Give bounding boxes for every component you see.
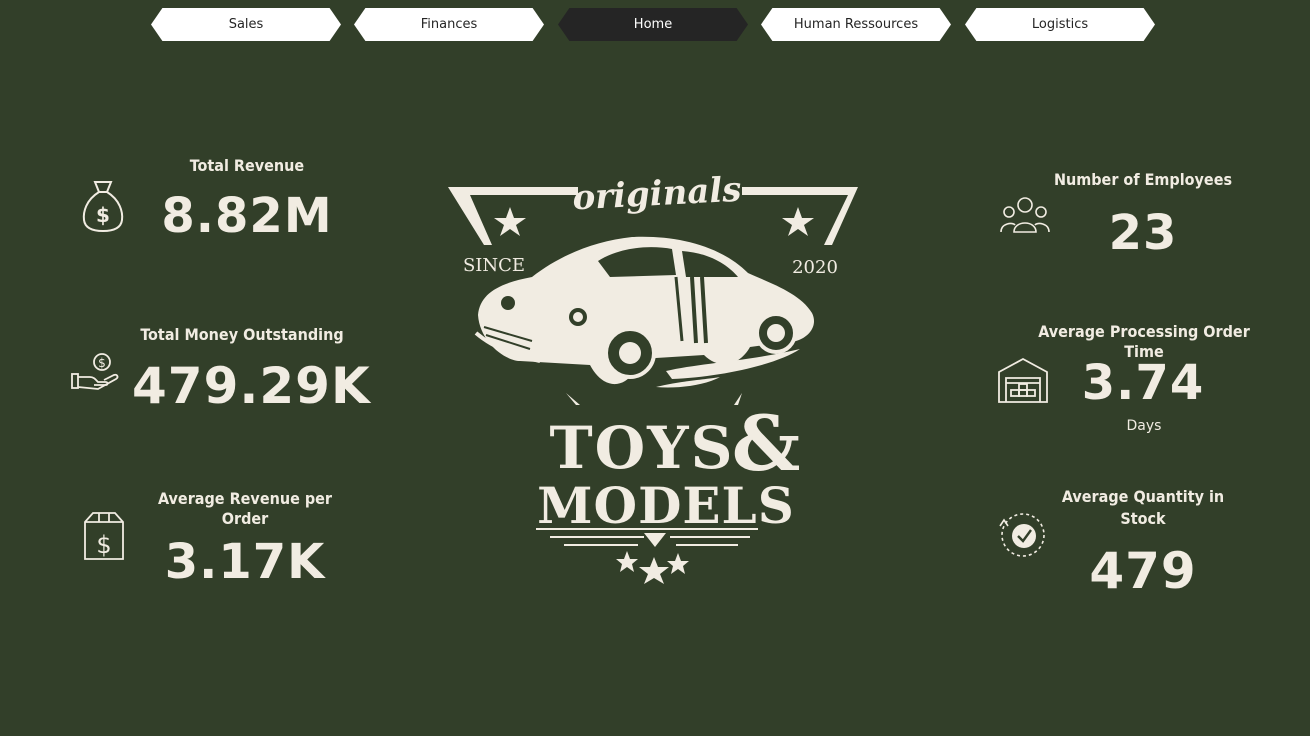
dollar-box-icon: $ [82, 510, 126, 562]
toys-and-models-logo: originals SINCE 2020 TOYS & MODELS [420, 165, 900, 595]
page-navigation: Sales Finances Home Human Ressources Log… [0, 0, 1310, 44]
kpi-unit-days: Days [1126, 418, 1162, 434]
star-icon [639, 557, 669, 584]
kpi-label-total-money-outstanding: Total Money Outstanding [140, 325, 344, 344]
tab-label: Logistics [1031, 17, 1089, 32]
kpi-label-average-revenue-per-order: Average Revenue per Order [157, 489, 333, 528]
star-icon [667, 553, 689, 574]
kpi-value-number-of-employees: 23 [1108, 205, 1178, 261]
tab-human-ressources[interactable]: Human Ressources [761, 8, 951, 41]
logo-line-toys: TOYS [550, 414, 735, 482]
logo-since-label: SINCE [463, 255, 525, 276]
svg-text:$: $ [96, 531, 111, 559]
kpi-value-average-quantity-in-stock: 479 [1089, 542, 1197, 600]
kpi-value-average-revenue-per-order: 3.17K [164, 534, 326, 590]
star-icon [494, 207, 526, 236]
kpi-value-average-processing-order-time: 3.74 [1081, 355, 1205, 411]
logo-ampersand: & [732, 399, 801, 488]
tab-label: Finances [420, 17, 478, 32]
tab-sales[interactable]: Sales [151, 8, 341, 41]
kpi-value-total-revenue: 8.82M [161, 188, 333, 244]
tab-finances[interactable]: Finances [354, 8, 544, 41]
triangle-marker-icon [644, 533, 666, 547]
kpi-label-number-of-employees: Number of Employees [1053, 170, 1233, 189]
star-icon [782, 207, 814, 236]
tab-label: Home [633, 17, 673, 32]
logo-top-word: originals [572, 170, 743, 219]
svg-text:$: $ [98, 356, 106, 370]
money-bag-icon: $ [80, 178, 126, 234]
star-icon [616, 551, 638, 572]
vintage-car-illustration [474, 236, 815, 388]
hand-coin-icon: $ [70, 352, 122, 394]
logo-year: 2020 [792, 257, 838, 278]
svg-text:$: $ [96, 203, 110, 227]
kpi-value-total-money-outstanding: 479.29K [132, 357, 371, 415]
logo-line-models: MODELS [537, 476, 795, 535]
tab-label: Human Ressources [793, 17, 919, 32]
tab-logistics[interactable]: Logistics [965, 8, 1155, 41]
tab-home[interactable]: Home [558, 8, 748, 41]
kpi-label-total-revenue: Total Revenue [189, 156, 305, 175]
kpi-label-average-quantity-in-stock: Average Quantity in Stock [1061, 487, 1225, 528]
tab-label: Sales [228, 17, 264, 32]
